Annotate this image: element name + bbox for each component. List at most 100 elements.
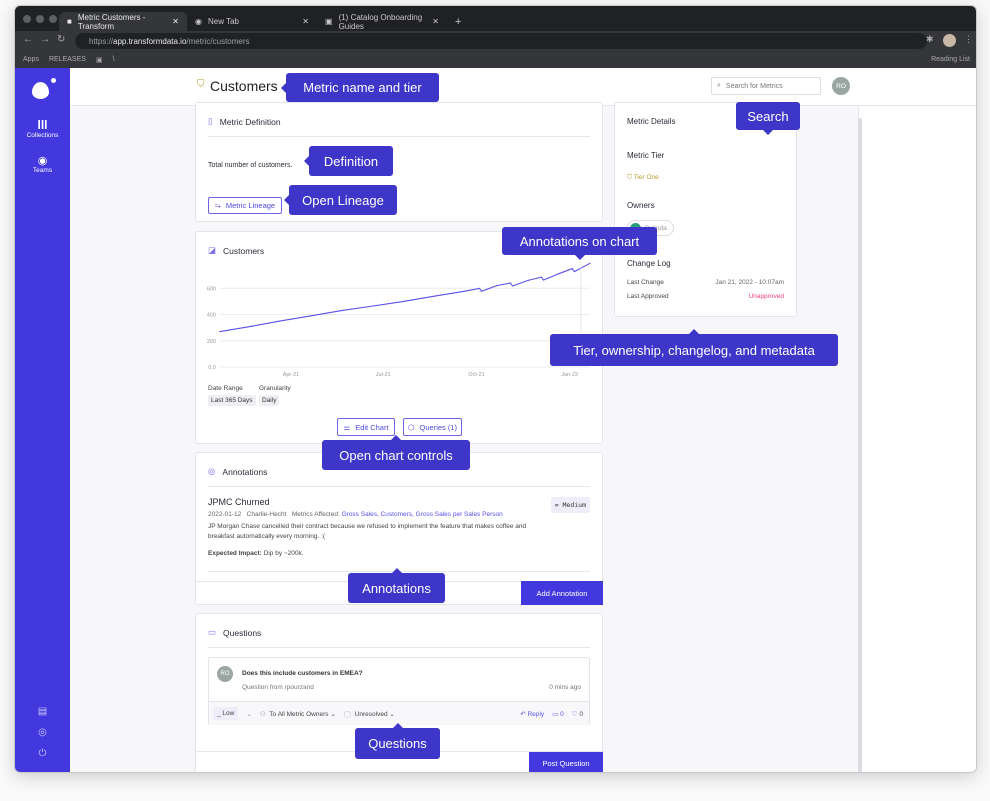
add-annotation-button[interactable]: Add Annotation <box>521 581 603 605</box>
y-tick-label: 400 <box>207 313 216 319</box>
date-range-value[interactable]: Last 365 Days <box>208 395 256 406</box>
data-point <box>557 273 560 275</box>
menu-icon[interactable]: ⋮ <box>964 34 973 45</box>
reload-icon[interactable]: ↻ <box>57 34 65 45</box>
annotation-item[interactable]: JPMC Churned 2022-01-12 Charlie-Hecht Me… <box>208 497 590 557</box>
granularity-value[interactable]: Daily <box>259 395 280 406</box>
question-avatar: RO <box>217 666 233 682</box>
card-header: ◎ Annotations <box>208 466 267 477</box>
x-tick-label: Jul-21 <box>376 372 391 378</box>
scrollbar[interactable] <box>858 118 862 772</box>
sidebar-item-collections[interactable]: lll Collections <box>15 118 70 139</box>
data-point <box>372 305 374 307</box>
priority-dropdown[interactable]: _ Low <box>213 707 239 720</box>
metrics-affected-links[interactable]: Gross Sales, Customers, Gross Sales per … <box>342 511 503 518</box>
callout-metadata: Tier, ownership, changelog, and metadata <box>550 329 838 366</box>
forward-icon[interactable]: → <box>40 34 50 45</box>
reply-button[interactable]: ↶ Reply <box>520 710 544 718</box>
maximize-window-button[interactable] <box>49 15 57 23</box>
tab-new-tab[interactable]: ◉ New Tab ✕ <box>187 12 317 31</box>
chrome-icon: ◉ <box>195 17 202 26</box>
last-change-value: Jan 21, 2022 - 10:07am <box>715 279 784 286</box>
y-tick-label: 0.0 <box>208 365 216 371</box>
callout-chart-annotations: Annotations on chart <box>502 227 657 260</box>
address-bar[interactable]: https://app.transformdata.io/metric/cust… <box>75 33 927 49</box>
close-window-button[interactable] <box>23 15 31 23</box>
data-point <box>589 262 591 264</box>
nav-bar: ← → ↻ https://app.transformdata.io/metri… <box>15 31 976 51</box>
annotation-title: JPMC Churned <box>208 497 270 507</box>
last-approved-label: Last Approved <box>627 293 669 300</box>
last-approved-value: Unapproved <box>748 293 784 300</box>
status-dropdown[interactable]: ◯ Unresolved ⌄ <box>344 710 395 718</box>
comments-button[interactable]: ▭ 0 <box>552 710 564 718</box>
tier-label: Metric Tier <box>627 151 665 160</box>
queries-button[interactable]: ⬡ Queries (1) <box>403 418 462 436</box>
help-icon[interactable]: ◎ <box>15 727 70 738</box>
data-point <box>527 279 529 281</box>
profile-avatar[interactable] <box>943 34 956 47</box>
chart-card: ◪ Customers 0.0 200 400 600 Apr-21 Jul-21 Oct-2… <box>195 231 603 444</box>
card-title: Customers <box>223 245 265 256</box>
date-range-label: Date Range <box>208 385 243 392</box>
sidebar: lll Collections ◉ Teams ▤ ◎ ⏻ <box>15 68 70 772</box>
changelog-label: Change Log <box>627 259 671 268</box>
collections-icon: lll <box>37 118 48 132</box>
owners-label: Owners <box>627 201 655 210</box>
docs-icon[interactable]: ▤ <box>15 706 70 717</box>
extensions-icon[interactable]: ✱ <box>926 34 934 45</box>
callout-questions: Questions <box>355 723 440 759</box>
chevron-down-icon: ⌄ <box>246 710 252 718</box>
edit-chart-button[interactable]: ⚌ Edit Chart <box>337 418 395 436</box>
bookmark-notion-icon[interactable]: ▣ <box>96 56 103 64</box>
definition-text: Total number of customers. <box>208 162 293 169</box>
close-tab-icon[interactable]: ✕ <box>302 17 309 26</box>
bookmark-apps[interactable]: Apps <box>23 56 39 63</box>
card-title: Questions <box>223 627 262 638</box>
priority-badge: = Medium <box>550 497 590 513</box>
questions-icon: ▭ <box>208 627 217 637</box>
bookmark-web[interactable]: \ <box>113 56 115 63</box>
user-avatar[interactable]: RO <box>832 77 850 95</box>
right-gutter <box>858 106 976 772</box>
annotation-meta: 2022-01-12 Charlie-Hecht Metrics Affecte… <box>208 511 503 518</box>
callout-lineage: Open Lineage <box>284 185 397 215</box>
new-tab-button[interactable]: + <box>447 12 469 31</box>
card-header: ◪ Customers <box>208 245 264 256</box>
data-point <box>496 285 498 287</box>
tab-catalog-guides[interactable]: ▣ (1) Catalog Onboarding Guides ✕ <box>317 12 447 31</box>
x-tick-label: Oct-21 <box>468 372 485 378</box>
annotation-icon: ◎ <box>208 466 216 476</box>
card-title: Metric Details <box>627 117 676 126</box>
browser-window: ■ Metric Customers - Transform ✕ ◉ New Tab ✕… <box>14 5 977 773</box>
logo-dot <box>51 78 56 83</box>
post-question-button[interactable]: Post Question <box>529 752 603 772</box>
search-input[interactable]: ⌕ Search for Metrics <box>711 77 821 95</box>
transform-favicon-icon: ■ <box>67 17 72 26</box>
reading-list-button[interactable]: Reading List <box>931 56 970 63</box>
logout-icon[interactable]: ⏻ <box>15 748 70 759</box>
question-time: 0 mins ago <box>549 684 581 691</box>
back-icon[interactable]: ← <box>23 34 33 45</box>
callout-definition: Definition <box>304 146 393 176</box>
data-point <box>341 309 343 312</box>
tab-metric-customers[interactable]: ■ Metric Customers - Transform ✕ <box>59 12 187 31</box>
bookmark-releases[interactable]: RELEASES <box>49 56 86 63</box>
document-icon: ▯ <box>208 116 213 126</box>
granularity-label: Granularity <box>259 385 291 392</box>
lineage-icon: ⥲ <box>214 200 221 210</box>
line-chart: 0.0200400600Apr-21Jul-21Oct-21Jan-22= <box>207 262 591 378</box>
metric-lineage-button[interactable]: ⥲ Metric Lineage <box>208 197 282 214</box>
close-tab-icon[interactable]: ✕ <box>172 17 179 26</box>
card-title: Annotations <box>222 466 268 477</box>
check-circle-icon: ◯ <box>343 710 352 718</box>
card-header: ▯ Metric Definition <box>208 116 281 127</box>
minimize-window-button[interactable] <box>36 15 44 23</box>
like-button[interactable]: ♡ 0 <box>572 710 583 718</box>
x-tick-label: Jan-22 <box>561 372 578 378</box>
close-tab-icon[interactable]: ✕ <box>432 17 439 26</box>
sidebar-item-teams[interactable]: ◉ Teams <box>15 154 70 174</box>
audience-dropdown[interactable]: ⚇ To All Metric Owners ⌄ <box>260 710 336 718</box>
callout-metric-name: Metric name and tier <box>281 73 439 102</box>
tab-bar: ■ Metric Customers - Transform ✕ ◉ New Tab ✕… <box>15 6 976 31</box>
